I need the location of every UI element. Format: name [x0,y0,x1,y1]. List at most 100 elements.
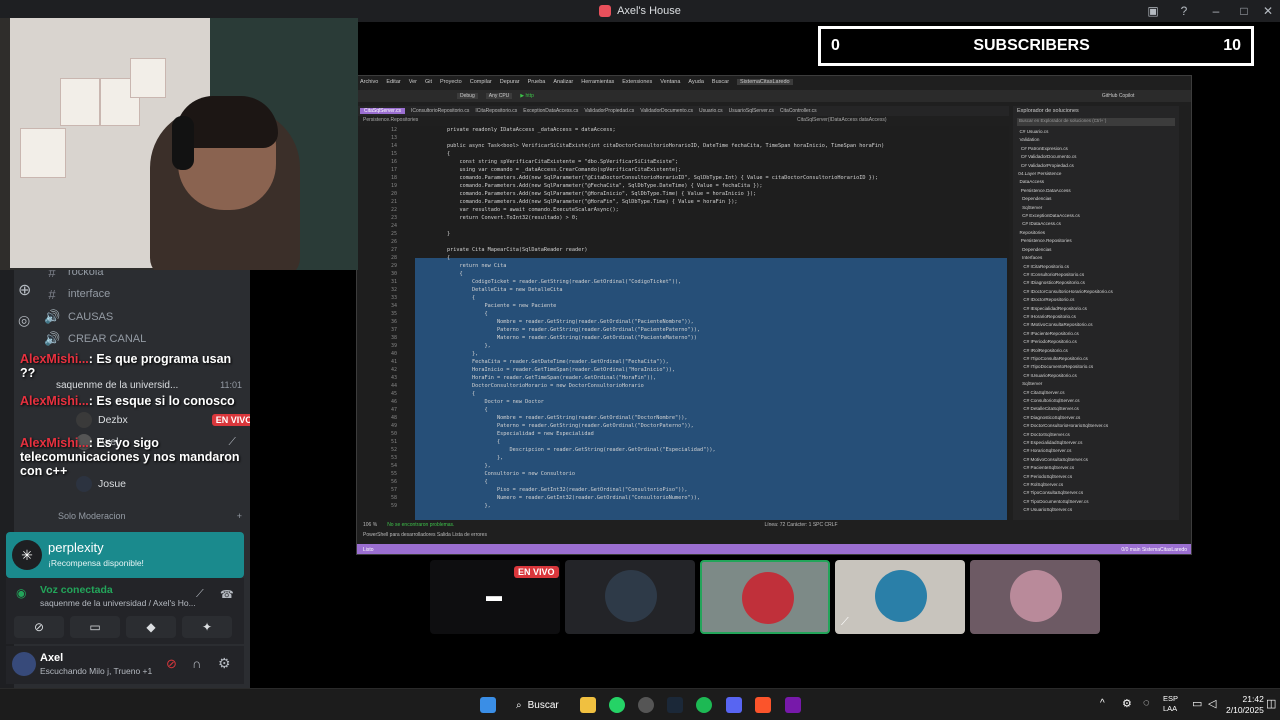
spotify-icon[interactable] [696,697,712,713]
noise-suppression-icon[interactable]: ⟋ [196,588,204,601]
tab-active[interactable]: CitaSqlServer.cs [360,108,405,114]
tab[interactable]: ExceptionDataAccess.cs [523,108,578,114]
vs-menu-item[interactable]: Prueba [528,79,546,85]
help-icon[interactable]: ? [1176,3,1192,19]
steam-icon[interactable] [667,697,683,713]
chat-user: AlexMishi... [20,394,89,408]
system-clock[interactable]: 21:42 2/10/2025 [1226,694,1264,716]
zoom-level[interactable]: 106 % [363,522,377,528]
discord-icon[interactable] [726,697,742,713]
platform-select[interactable]: Any CPU [485,93,513,99]
bottom-tabs[interactable]: PowerShell para desarrolladores Salida L… [363,532,1187,538]
tab[interactable]: CitaController.cs [780,108,817,114]
screen-share-icon: ▬ [486,588,502,605]
channel-item[interactable]: 🔊 CREAR CANAL [44,329,146,349]
solution-explorer-title: Explorador de soluciones [1017,108,1079,114]
participant-tile[interactable] [970,560,1100,634]
vs-menu-item[interactable]: Extensiones [622,79,652,85]
vs-search[interactable]: Buscar [712,79,729,85]
soundboard-button[interactable]: ✦ [182,616,232,638]
chevron-up-icon[interactable]: ^ [1100,698,1105,709]
breadcrumb-member[interactable]: CitaSqlServer(IDataAccess dataAccess) [797,117,886,123]
participant-tile[interactable]: ⟋ [835,560,965,634]
status-branch[interactable]: 0/0 main SistemaCitasLaredo [1121,547,1187,553]
perplexity-name: perplexity [48,540,104,555]
channel-item[interactable]: 🔊 CAUSAS [44,307,113,327]
taskbar-search[interactable]: ⌕ Buscar [506,693,570,717]
add-server-icon[interactable]: ⊕ [18,280,31,300]
camera-off-button[interactable]: ⊘ [14,616,64,638]
maximize-icon[interactable]: □ [1236,3,1252,19]
window-title: Axel's House [599,5,681,17]
channel-item[interactable]: # interface [44,284,110,304]
chat-user: AlexMishi... [20,352,89,366]
notifications-icon[interactable]: ◫ [1266,697,1276,710]
voice-user[interactable]: Dezbx EN VIVO [76,412,257,428]
settings-icon[interactable]: ⚙ [218,655,231,672]
config-select[interactable]: Debug [457,93,478,99]
tab[interactable]: ICitaRepositorio.cs [475,108,517,114]
vs-menu-item[interactable]: Depurar [500,79,520,85]
vs-menu-item[interactable]: Ver [409,79,417,85]
headphones-icon[interactable]: ∩ [192,656,201,671]
vs-menu-item[interactable]: Editar [386,79,400,85]
activity-button[interactable]: ◆ [126,616,176,638]
onenote-icon[interactable] [785,697,801,713]
vs-menu-item[interactable]: Compilar [470,79,492,85]
wall-note [60,78,100,126]
microphone-icon[interactable]: ◌ [1143,697,1150,709]
brave-icon[interactable] [755,697,771,713]
screen-share-button[interactable]: ▭ [70,616,120,638]
add-channel-icon[interactable]: + [237,511,242,521]
vs-menu-item[interactable]: Git [425,79,432,85]
app-icon[interactable] [638,697,654,713]
vs-menu-item[interactable]: Ventana [660,79,680,85]
solution-tree[interactable]: C# Usuario.cs Validation C# PatronExpres… [1013,128,1179,515]
disconnect-icon[interactable]: ☎ [220,588,234,601]
vs-menu-item[interactable]: Archivo [360,79,378,85]
problems-status[interactable]: No se encontraron problemas. [387,522,454,528]
perplexity-card[interactable]: ✳ perplexity ¡Recompensa disponible! [6,532,244,578]
whatsapp-icon[interactable] [609,697,625,713]
network-icon[interactable]: ⚙ [1122,697,1132,710]
vs-solution-name: SistemaCitasLaredo [737,79,793,85]
tab[interactable]: UsuarioSqlServer.cs [729,108,774,114]
server-icon [599,5,612,17]
code-text[interactable]: private readonly IDataAccess _dataAccess… [447,126,1007,520]
discover-icon[interactable]: ◎ [18,312,30,329]
tab[interactable]: Usuario.cs [699,108,723,114]
vs-toolbar: Debug Any CPU ▶ http GitHub Copilot [357,90,1191,102]
avatar[interactable] [12,652,36,676]
chat-message: AlexMishi...: Es esque si lo conosco [20,394,246,408]
breadcrumb-namespace[interactable]: Persistence.Repositories [363,117,418,123]
run-button[interactable]: ▶ http [520,93,534,99]
participant-tile[interactable] [700,560,830,634]
avatar [742,572,794,624]
start-icon[interactable] [480,697,496,713]
vs-menu-item[interactable]: Ayuda [688,79,704,85]
inbox-icon[interactable]: ▣ [1145,3,1161,19]
tab[interactable]: ValidadorPropiedad.cs [584,108,634,114]
monitor-icon[interactable]: ▭ [1192,697,1202,710]
file-explorer-icon[interactable] [580,697,596,713]
copilot-label[interactable]: GitHub Copilot [1102,93,1135,99]
volume-icon[interactable]: ◁ [1208,697,1216,710]
mute-icon[interactable]: ⊘ [166,656,177,672]
signal-icon: ◉ [16,586,27,600]
code-editor[interactable]: 12 13 14 15 16 17 18 19 20 21 22 23 24 2… [357,126,1009,520]
language-indicator[interactable]: ESP LAA [1163,694,1178,714]
vs-menu-item[interactable]: Proyecto [440,79,462,85]
vs-menu-item[interactable]: Herramientas [581,79,614,85]
vs-menu-item[interactable]: Analizar [553,79,573,85]
minimize-icon[interactable]: – [1208,3,1224,19]
close-icon[interactable]: ✕ [1260,3,1276,19]
breadcrumb: Persistence.Repositories CitaSqlServer(I… [357,117,1009,126]
tab[interactable]: ValidadorDocumento.cs [640,108,693,114]
moderation-category[interactable]: Solo Moderacion + [58,511,242,521]
tab[interactable]: IConsultorioRepositorio.cs [411,108,469,114]
subscriber-label: SUBSCRIBERS [973,37,1090,54]
participant-tile[interactable] [565,560,695,634]
participant-tile[interactable]: EN VIVO ▬ [430,560,560,634]
voice-user[interactable]: Josue [76,476,126,492]
solution-search-input[interactable]: Buscar en Explorador de soluciones (Ctrl… [1017,118,1175,126]
